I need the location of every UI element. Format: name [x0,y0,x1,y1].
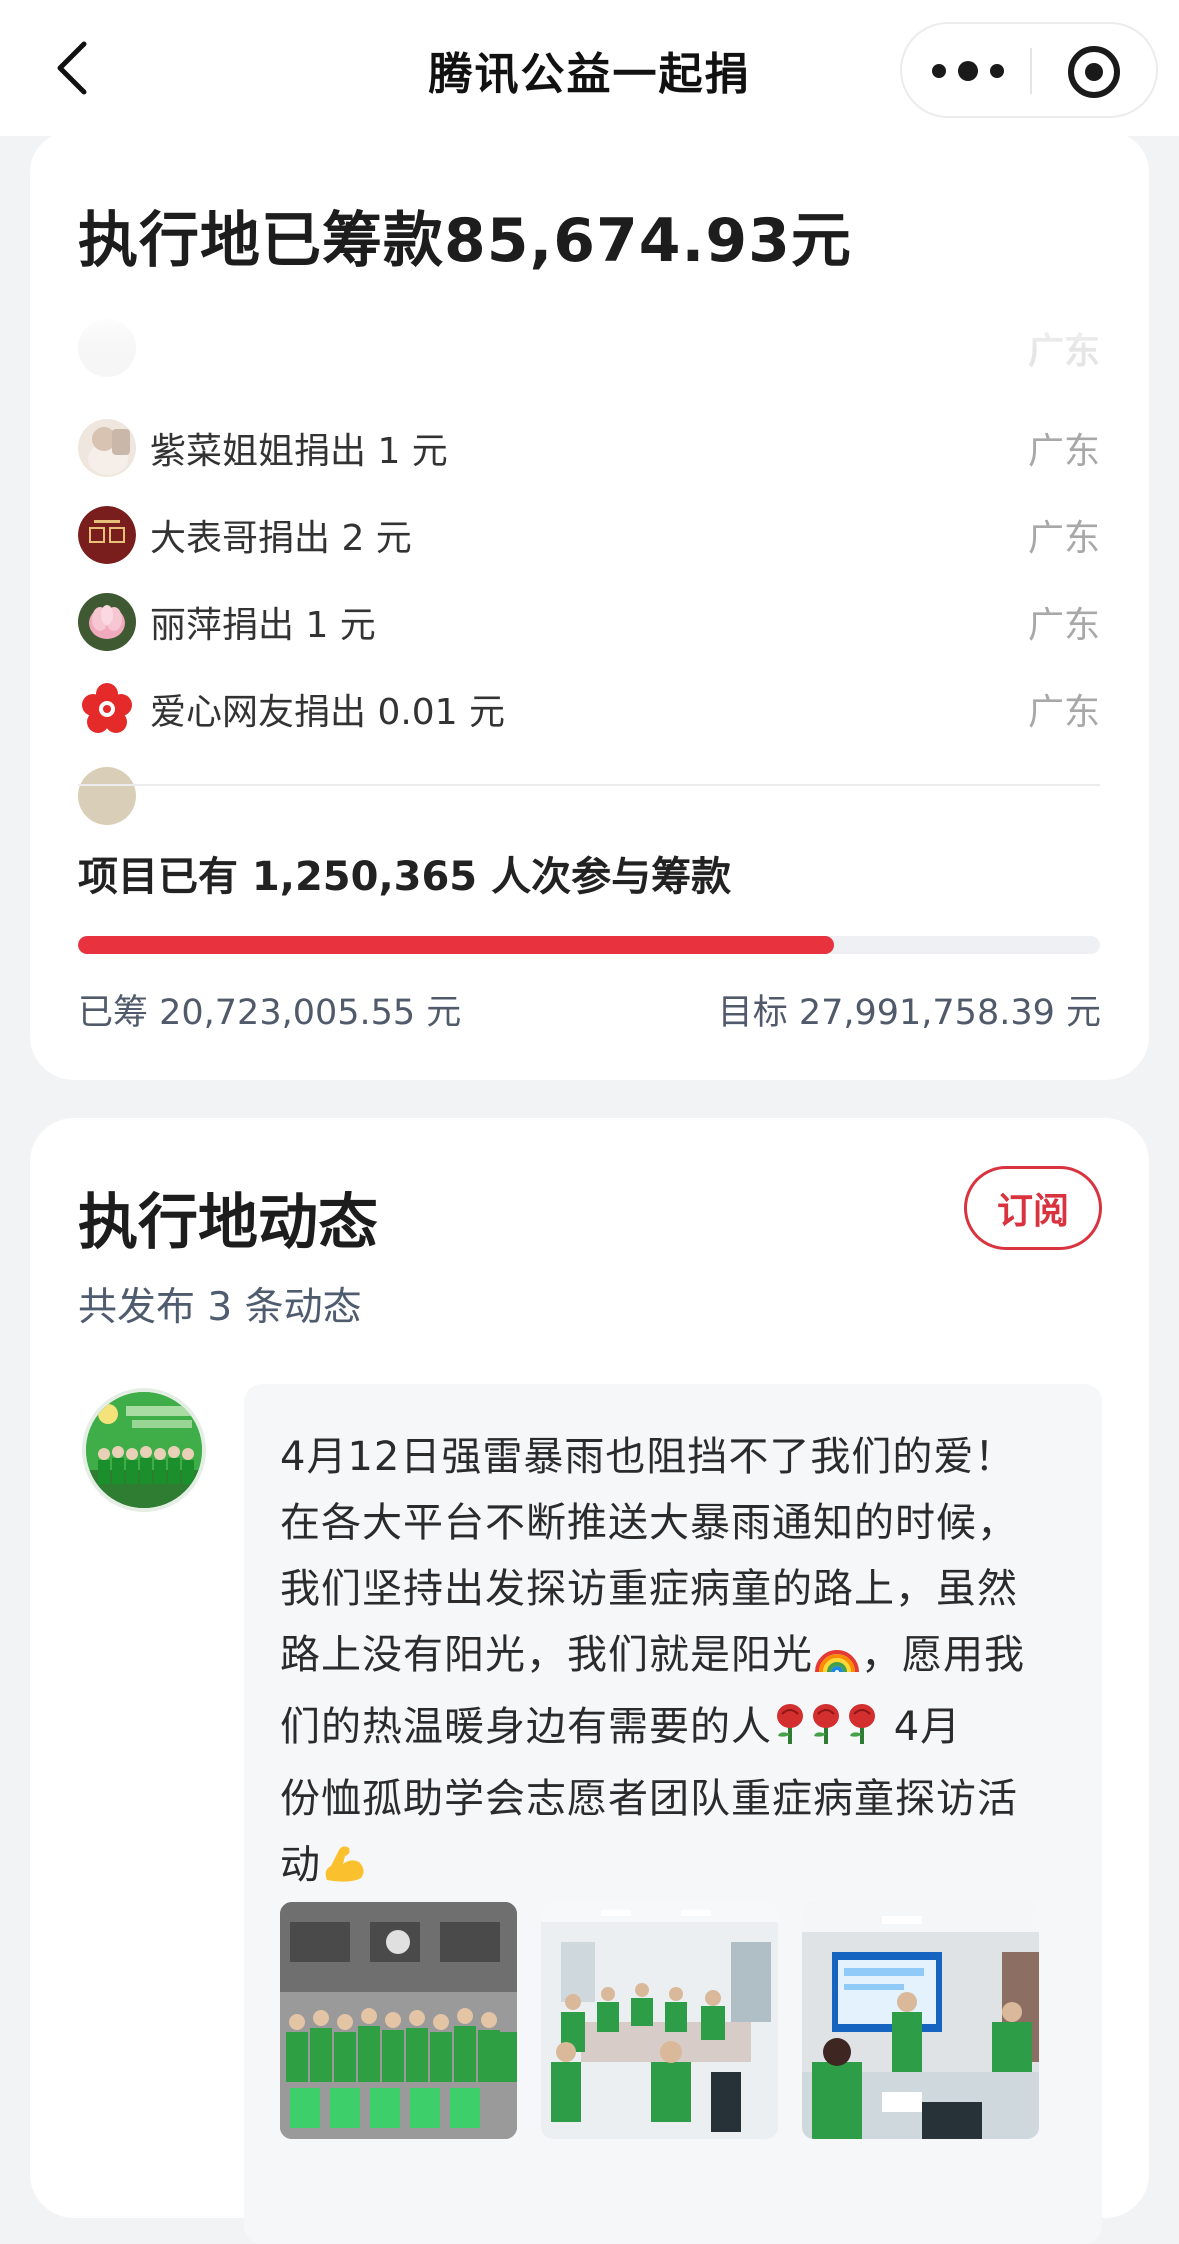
donor-text: 爱心网友捐出 0.01 元 [150,692,506,733]
donor-row: 爱心网友捐出 0.01 元 广东 [78,669,1100,749]
donor-row: 大表哥捐出 2 元 广东 [78,495,1100,575]
close-mini-program-icon[interactable] [1068,46,1120,98]
group-photo[interactable] [280,1902,517,2139]
donor-region: 广东 [1027,518,1100,559]
donor-text: 紫菜姐姐捐出 1 元 [150,431,448,472]
lotus-avatar [78,593,136,651]
rainbow-icon [813,1628,861,1694]
more-options-icon[interactable] [932,54,1004,88]
organization-avatar[interactable] [82,1388,206,1512]
donor-text: 大表哥捐出 2 元 [150,518,412,559]
news-count: 共发布 3 条动态 [78,1285,362,1330]
goal-amount: 目标 27,991,758.39 元 [717,993,1101,1033]
badge-avatar [78,506,136,564]
participants-count: 项目已有 1,250,365 人次参与筹款 [78,854,732,900]
donor-text: 丽萍捐出 1 元 [150,605,376,646]
photo-avatar [78,419,136,477]
amount-raised-heading: 执行地已筹款85,674.93元 [78,206,852,276]
flexed-biceps-icon [321,1838,367,1904]
post-photo-gallery [280,1902,1070,2142]
fundraising-progress-bar [78,936,1100,954]
donor-ticker: 广东 紫菜姐姐捐出 1 元 广东 大表哥捐出 2 元 广东 丽萍捐出 1 元 广… [78,308,1100,898]
red-flower-avatar [78,680,136,738]
donor-avatar [78,767,136,825]
donor-region: 广东 [1027,692,1100,733]
mini-program-capsule [900,22,1158,118]
presentation-photo[interactable] [802,1902,1039,2139]
rose-icon [808,1700,844,1766]
rose-icon [772,1700,808,1766]
navigation-bar: 腾讯公益一起捐 [0,0,1179,136]
amount-raised: 已筹 20,723,005.55 元 [78,993,462,1033]
donor-region: 广东 [1027,605,1100,646]
donor-row: 丽萍捐出 1 元 广东 [78,582,1100,662]
capsule-divider [1030,48,1032,94]
news-card: 执行地动态 订阅 共发布 3 条动态 4月12日强雷暴雨也阻挡不了我们的爱！ 在… [30,1118,1149,2244]
news-heading: 执行地动态 [78,1188,378,1258]
donor-region: 广东 [1027,431,1100,472]
fundraising-card: 执行地已筹款85,674.93元 广东 紫菜姐姐捐出 1 元 广东 大表哥捐出 … [30,132,1149,1080]
meeting-photo[interactable] [541,1902,778,2139]
post-bubble: 4月12日强雷暴雨也阻挡不了我们的爱！ 在各大平台不断推送大暴雨通知的时候， 我… [244,1384,1102,2244]
progress-fill [78,936,835,954]
donor-row-partial [78,756,1100,836]
post-text: 4月12日强雷暴雨也阻挡不了我们的爱！ 在各大平台不断推送大暴雨通知的时候， 我… [280,1424,1070,1904]
subscribe-button[interactable]: 订阅 [964,1166,1102,1250]
rose-icon [844,1700,880,1766]
donor-row: 紫菜姐姐捐出 1 元 广东 [78,408,1100,488]
divider [78,784,1100,786]
